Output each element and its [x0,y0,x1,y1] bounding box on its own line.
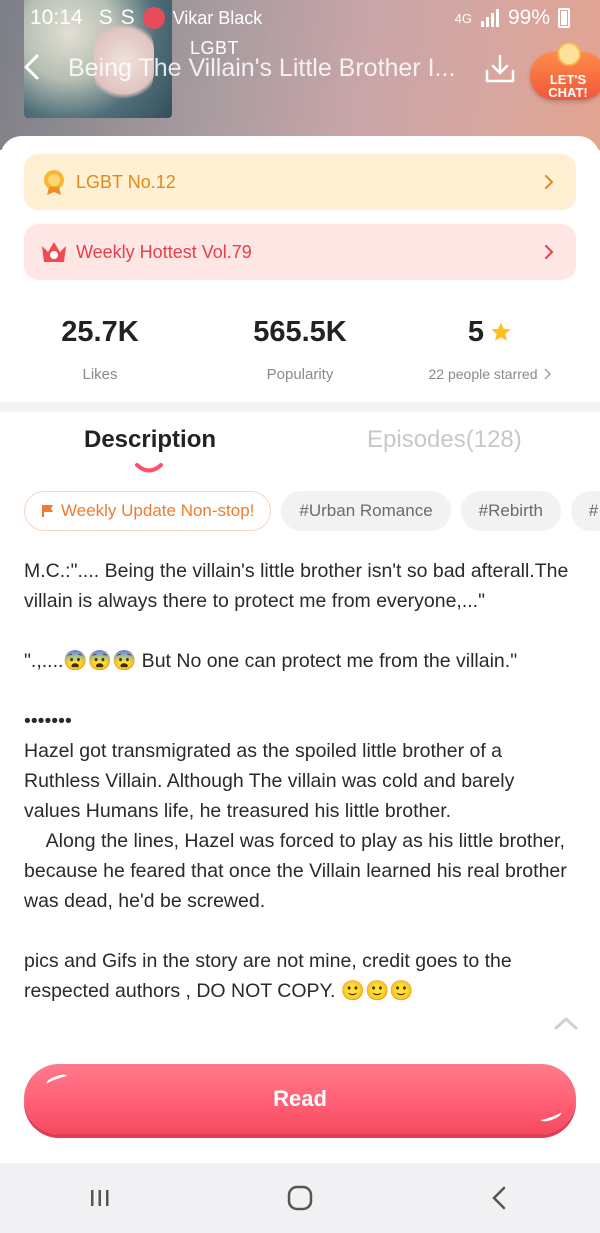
tag-more[interactable]: # [570,491,600,531]
star-icon [491,322,511,341]
rating-value-row: 5 [390,312,590,352]
tab-active-indicator [135,463,163,473]
rating-label-row: 22 people starred [390,366,590,382]
popularity-value: 565.5K [253,316,347,348]
description-paragraph: Hazel got transmigrated as the spoiled l… [24,740,567,912]
tab-description[interactable]: Description [84,426,216,454]
stat-likes: 25.7K Likes [0,312,200,383]
status-left: 10:14 S S Vikar Black [30,6,262,30]
section-divider [0,402,600,412]
description-paragraph: ".,....😨😨😨 But No one can protect me fro… [24,650,518,672]
chevron-right-icon [545,175,554,189]
app-badge-icon [142,7,165,29]
tag-weekly-update[interactable]: Weekly Update Non-stop! [24,491,272,531]
description-text: M.C.:".... Being the villain's little br… [24,556,574,1006]
ranking-genre-banner[interactable]: LGBT No.12 [24,154,576,210]
stats-row: 25.7K Likes 565.5K Popularity 5 22 peopl… [0,312,600,392]
likes-label: Likes [82,366,118,383]
status-app-icon: S [120,6,135,29]
ranking-weekly-label: Weekly Hottest Vol.79 [76,241,252,262]
tag-urban-romance[interactable]: #Urban Romance [281,491,451,531]
popularity-label: Popularity [266,366,334,383]
detail-tabs: Description Episodes(128) [0,418,600,478]
status-app-icon: S [98,6,113,29]
chat-mascot-icon [557,42,581,66]
rating-value: 5 [467,316,485,348]
recent-apps-icon[interactable] [86,1184,114,1212]
read-button[interactable]: Read [24,1064,576,1134]
crown-icon [40,238,68,266]
tab-episodes[interactable]: Episodes(128) [367,426,522,454]
button-shine [539,1108,563,1124]
description-separator: ••••••• [24,710,72,732]
chevron-right-icon [544,368,552,380]
back-arrow-icon[interactable] [20,54,46,80]
description-paragraph: pics and Gifs in the story are not mine,… [24,950,518,1002]
status-right: 4G 99% [455,6,570,30]
read-button-label: Read [273,1086,327,1111]
system-nav-bar [0,1163,600,1233]
status-bar: 10:14 S S Vikar Black 4G 99% [0,0,600,36]
stat-rating[interactable]: 5 22 people starred [390,312,590,382]
status-time: 10:14 [30,6,83,29]
comic-header: 10:14 S S Vikar Black 4G 99% LGBT Being … [0,0,600,150]
medal-icon [40,168,68,196]
tag-rebirth[interactable]: #Rebirth [460,491,561,531]
ranking-genre-label: LGBT No.12 [76,171,176,192]
back-icon[interactable] [486,1184,514,1212]
comic-title: Being The Villain's Little Brother I... [68,54,456,82]
network-icon: 4G [454,10,472,26]
chat-badge-label: LET'S CHAT! [548,72,588,100]
battery-percent: 99% [507,6,550,29]
comic-detail-card: LGBT No.12 Weekly Hottest Vol.79 25.7K L… [0,136,600,1166]
signal-icon [480,9,499,27]
stat-popularity: 565.5K Popularity [200,312,400,383]
description-paragraph: M.C.:".... Being the villain's little br… [24,560,574,612]
flag-icon [42,505,53,517]
ranking-weekly-banner[interactable]: Weekly Hottest Vol.79 [24,224,576,280]
download-icon[interactable] [484,54,516,84]
likes-value: 25.7K [61,316,139,348]
chevron-up-icon[interactable] [554,1016,578,1030]
chevron-right-icon [545,245,554,259]
lets-chat-button[interactable]: LET'S CHAT! [530,42,600,100]
header-nav: LGBT Being The Villain's Little Brother … [0,34,600,104]
battery-icon [558,8,570,28]
status-username: Vikar Black [172,7,263,28]
tag-list: Weekly Update Non-stop! #Urban Romance #… [24,491,600,533]
rating-label: 22 people starred [428,366,538,382]
button-shine [45,1072,69,1088]
home-icon[interactable] [286,1184,314,1212]
tag-label: Weekly Update Non-stop! [61,501,255,520]
